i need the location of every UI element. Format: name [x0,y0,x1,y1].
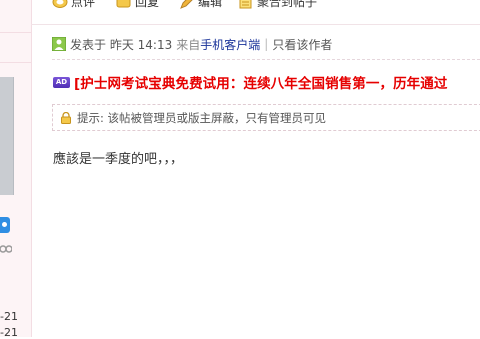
merge-button[interactable]: 聚合到帖子 [238,0,317,10]
left-date: -21 [0,326,18,339]
avatar[interactable] [0,77,14,195]
post-meta: 发表于 昨天 14:13 来自 手机客户端 | 只看该作者 [52,36,332,52]
merge-icon [238,0,254,9]
left-date: -21 [0,310,18,323]
reply-button[interactable]: 回复 [116,0,159,10]
comment-icon [52,0,68,9]
edit-icon [179,0,195,9]
post-content: 應該是一季度的吧，，， [53,152,184,167]
left-divider-line [0,62,31,63]
ad-banner[interactable]: AD [护士网考试宝典免费试用：连续八年全国销售第一，历年通过 [53,72,447,92]
send-message-icon[interactable] [0,217,10,233]
posted-prefix: 发表于 [70,37,107,52]
from-prefix: 来自 [176,37,201,52]
ad-badge-icon: AD [53,76,70,88]
merge-label: 聚合到帖子 [257,0,318,9]
edit-label: 编辑 [198,0,223,9]
blocked-notice: 提示: 该帖被管理员或版主屏蔽，只有管理员可见 [52,104,480,131]
edit-button[interactable]: 编辑 [179,0,222,10]
column-divider [31,0,32,337]
lock-icon [61,111,71,124]
ad-link[interactable]: [护士网考试宝典免费试用：连续八年全国销售第一，历年通过 [74,72,447,92]
link-icon[interactable] [0,242,12,256]
comment-button[interactable]: 点评 [52,0,95,10]
reply-icon [116,0,132,9]
only-author-link[interactable]: 只看该作者 [272,36,332,53]
reply-label: 回复 [135,0,160,9]
left-divider-line [0,32,31,33]
notice-text: 提示: 该帖被管理员或版主屏蔽，只有管理员可见 [77,110,327,125]
comment-label: 点评 [71,0,96,9]
meta-divider [52,59,480,60]
online-user-icon [52,37,66,51]
post-divider [31,24,480,25]
mobile-client-link[interactable]: 手机客户端 [200,36,260,53]
meta-separator: | [264,37,269,51]
post-time: 昨天 14:13 [109,37,173,52]
